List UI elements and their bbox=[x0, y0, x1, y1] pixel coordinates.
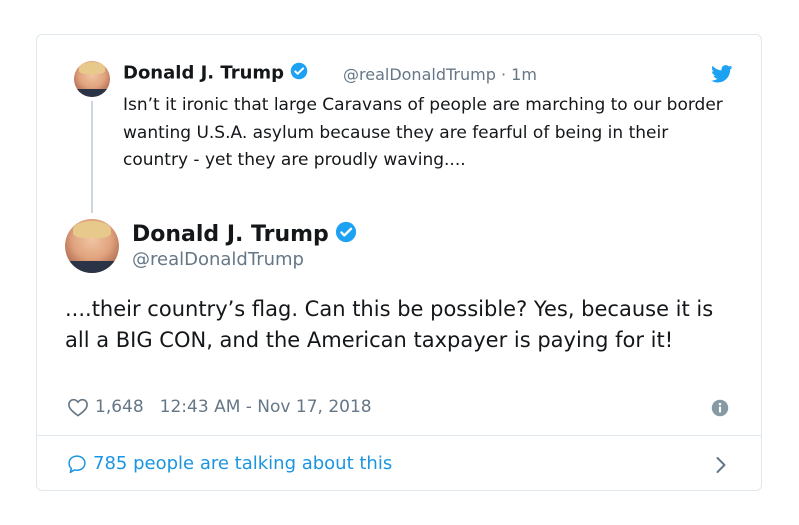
quoted-author-handle[interactable]: @realDonaldTrump bbox=[343, 65, 496, 84]
info-icon[interactable] bbox=[711, 399, 729, 417]
quoted-author-name-row[interactable]: Donald J. Trump bbox=[123, 62, 308, 85]
thread-connector-line bbox=[91, 101, 93, 213]
twitter-bird-icon[interactable] bbox=[711, 65, 733, 83]
meta-separator: · bbox=[500, 65, 507, 84]
main-author-handle[interactable]: @realDonaldTrump bbox=[132, 249, 304, 270]
verified-badge-icon bbox=[335, 221, 357, 249]
footer-divider bbox=[37, 435, 761, 436]
verified-badge-icon bbox=[290, 62, 308, 85]
main-tweet-text: ....their country’s flag. Can this be po… bbox=[65, 297, 714, 352]
tweet-embed-card: Donald J. Trump @realDonaldTrump · 1m Is… bbox=[36, 34, 762, 491]
quoted-meta: @realDonaldTrump · 1m bbox=[343, 65, 537, 84]
chevron-right-icon[interactable] bbox=[715, 456, 727, 474]
conversation-link[interactable]: 785 people are talking about this bbox=[67, 453, 392, 474]
tweet-stats: 1,648 12:43 AM - Nov 17, 2018 bbox=[67, 397, 372, 417]
quoted-time-ago[interactable]: 1m bbox=[511, 65, 537, 84]
talking-about-label[interactable]: 785 people are talking about this bbox=[93, 453, 392, 474]
main-author-name-row[interactable]: Donald J. Trump bbox=[132, 221, 357, 249]
speech-bubble-icon bbox=[68, 454, 86, 473]
heart-icon[interactable] bbox=[67, 397, 89, 417]
main-author-avatar[interactable] bbox=[65, 219, 119, 273]
tweet-timestamp[interactable]: 12:43 AM - Nov 17, 2018 bbox=[160, 397, 372, 417]
quoted-author-name[interactable]: Donald J. Trump bbox=[123, 63, 284, 84]
quoted-tweet-text: Isn’t it ironic that large Caravans of p… bbox=[123, 95, 723, 170]
main-author-name[interactable]: Donald J. Trump bbox=[132, 222, 329, 247]
like-count[interactable]: 1,648 bbox=[95, 397, 144, 417]
quoted-author-avatar[interactable] bbox=[74, 61, 110, 97]
